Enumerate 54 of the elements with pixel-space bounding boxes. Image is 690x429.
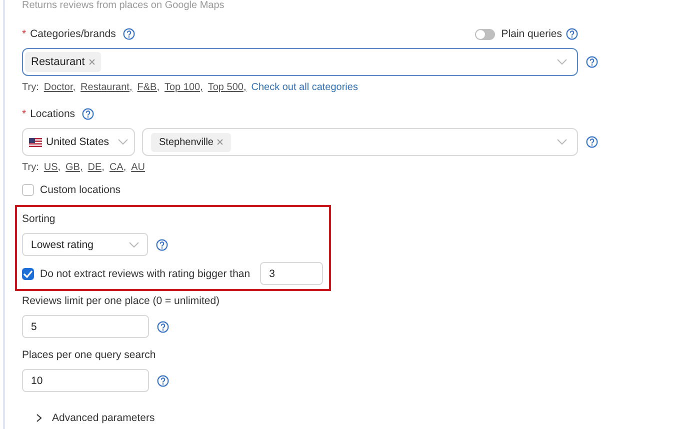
chevron-down-icon — [129, 242, 139, 248]
help-icon — [586, 136, 598, 148]
suggestion-link[interactable]: Restaurant, — [80, 82, 132, 92]
help-icon — [157, 374, 169, 386]
checkbox[interactable] — [22, 268, 34, 280]
expander[interactable]: Advanced parameters — [35, 412, 155, 424]
input-field[interactable]: 5 — [22, 315, 149, 338]
try-label: Try: — [22, 162, 39, 172]
input-field[interactable]: 3 — [260, 262, 324, 285]
country-select[interactable]: United States — [22, 128, 135, 156]
field-label: Reviews limit per one place (0 = unlimited) — [22, 294, 221, 309]
checkbox[interactable] — [22, 184, 34, 196]
suggestion-link[interactable]: US, — [44, 162, 61, 172]
suggestion-link[interactable]: Top 100, — [164, 82, 203, 92]
field-label: Locations — [30, 108, 76, 120]
suggestion-link[interactable]: GB, — [66, 162, 83, 172]
help-icon — [122, 28, 135, 40]
chevron-right-icon — [35, 414, 43, 422]
toggle-switch[interactable] — [475, 28, 496, 40]
checkbox-label: Custom locations — [40, 184, 121, 196]
close-icon — [217, 139, 224, 145]
suggestion-link[interactable]: DE, — [88, 162, 104, 172]
checkmark-icon — [23, 270, 33, 278]
toggle-label: Plain queries — [501, 28, 562, 40]
field-label: Sorting — [22, 212, 56, 227]
suggestion-link[interactable]: CA, — [109, 162, 126, 172]
tag[interactable]: Stephenville — [151, 132, 232, 152]
sorting-select[interactable]: Lowest rating — [22, 233, 148, 256]
tag[interactable]: Restaurant — [25, 52, 101, 72]
flag-icon — [29, 138, 42, 146]
field-label: Categories/brands — [30, 28, 116, 40]
suggestion-link[interactable]: AU — [131, 162, 146, 172]
help-icon — [586, 56, 598, 68]
categories-field[interactable]: Restaurant — [22, 48, 578, 76]
checkbox-label: Do not extract reviews with rating bigger than — [40, 268, 250, 280]
required-mark: * — [22, 28, 26, 40]
help-icon — [156, 238, 168, 250]
suggestion-link[interactable]: Top 500, — [208, 82, 246, 92]
chevron-down-icon — [557, 139, 567, 145]
input-field[interactable]: 10 — [22, 369, 149, 392]
help-icon — [566, 28, 578, 40]
help-icon — [82, 108, 94, 120]
chevron-down-icon — [118, 139, 128, 145]
locations-field[interactable]: Stephenville — [142, 128, 578, 156]
help-icon — [157, 320, 169, 332]
required-mark: * — [22, 108, 26, 120]
field-label: Places per one query search — [22, 348, 157, 363]
suggestion-link[interactable]: F&B, — [137, 82, 160, 92]
suggestion-link[interactable]: Doctor, — [44, 82, 76, 92]
categories-link[interactable]: Check out all categories — [251, 82, 358, 92]
close-icon — [88, 59, 95, 65]
chevron-down-icon — [557, 59, 567, 65]
try-label: Try: — [22, 82, 39, 92]
subtitle: Returns reviews from places on Google Maps — [22, 0, 226, 12]
